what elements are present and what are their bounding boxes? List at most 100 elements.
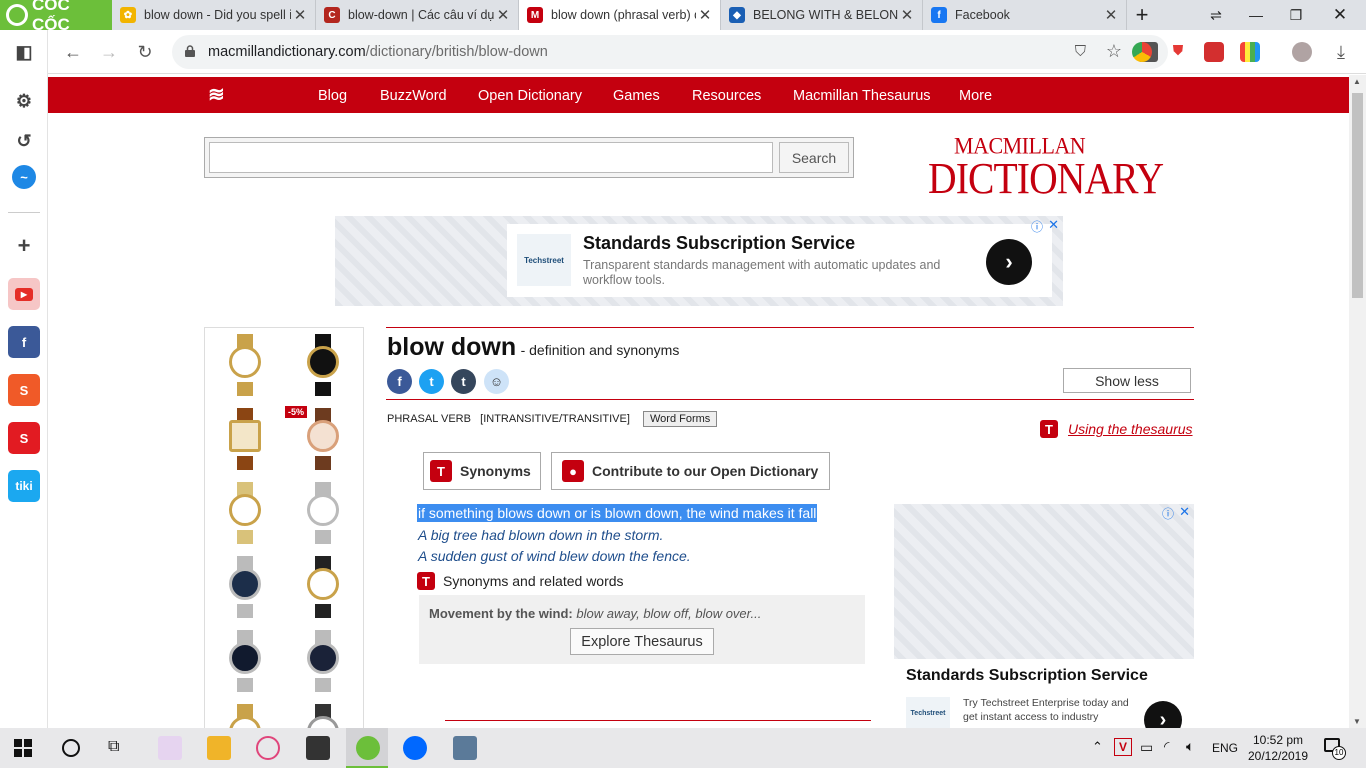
volume-icon[interactable]: 🔈︎ bbox=[1186, 738, 1194, 755]
extension-red-icon[interactable] bbox=[1204, 42, 1224, 62]
menu-blog[interactable]: Blog bbox=[318, 88, 347, 104]
ad-banner-side[interactable]: ⓘ ✕ Standards Subscription Service Techs… bbox=[894, 504, 1194, 728]
watch-item[interactable] bbox=[303, 556, 343, 620]
word-forms-button[interactable]: Word Forms bbox=[643, 411, 718, 427]
thesaurus-link-group[interactable]: T Using the thesaurus bbox=[1040, 420, 1193, 438]
synonyms-words[interactable]: blow away, blow off, blow over... bbox=[576, 606, 761, 621]
language-indicator[interactable]: ENG bbox=[1212, 741, 1238, 755]
scroll-down-icon[interactable]: ▼ bbox=[1353, 717, 1361, 726]
menu-open-dictionary[interactable]: Open Dictionary bbox=[478, 88, 582, 104]
chrome-ext-icon[interactable] bbox=[1132, 42, 1152, 62]
forward-arrow-icon[interactable]: → bbox=[96, 39, 122, 65]
facebook-share-icon[interactable]: f bbox=[387, 369, 412, 394]
windows-start-icon[interactable] bbox=[14, 739, 32, 757]
adchoices-icon[interactable]: ⓘ bbox=[1162, 505, 1174, 522]
chevron-right-icon[interactable]: › bbox=[1144, 701, 1182, 728]
add-icon[interactable]: + bbox=[8, 230, 40, 262]
shopee-icon[interactable]: S bbox=[8, 374, 40, 406]
menu-thesaurus[interactable]: Macmillan Thesaurus bbox=[793, 88, 931, 104]
site-logo[interactable]: MACMILLAN DICTIONARY bbox=[928, 132, 1189, 200]
ad-close-icon[interactable]: ✕ bbox=[1048, 217, 1059, 233]
search-button[interactable]: Search bbox=[779, 142, 849, 173]
messenger-icon[interactable]: ~ bbox=[12, 165, 36, 189]
maximize-button[interactable]: ❐ bbox=[1276, 0, 1316, 30]
tiki-icon[interactable]: tiki bbox=[8, 470, 40, 502]
watch-item[interactable] bbox=[225, 408, 265, 472]
zalo-icon[interactable] bbox=[403, 736, 427, 760]
watch-item[interactable] bbox=[303, 704, 343, 728]
unikey-icon[interactable]: V bbox=[1114, 738, 1132, 756]
watch-item[interactable] bbox=[303, 482, 343, 546]
tab-3-active[interactable]: M blow down (phrasal verb) d ✕ bbox=[519, 0, 721, 30]
tab-search-icon[interactable]: ⇌ bbox=[1196, 0, 1236, 30]
facebook-sidebar-icon[interactable]: f bbox=[8, 326, 40, 358]
file-explorer-icon[interactable] bbox=[207, 736, 231, 760]
twitter-share-icon[interactable]: t bbox=[419, 369, 444, 394]
watch-item[interactable] bbox=[225, 482, 265, 546]
close-icon[interactable]: ✕ bbox=[898, 6, 916, 24]
show-less-button[interactable]: Show less bbox=[1063, 368, 1191, 393]
reload-icon[interactable]: ↻ bbox=[132, 39, 158, 65]
close-icon[interactable]: ✕ bbox=[696, 6, 714, 24]
menu-resources[interactable]: Resources bbox=[692, 88, 761, 104]
app-icon[interactable] bbox=[158, 736, 182, 760]
watch-item[interactable] bbox=[225, 334, 265, 398]
contribute-button[interactable]: ● Contribute to our Open Dictionary bbox=[551, 452, 830, 490]
close-icon[interactable]: ✕ bbox=[494, 6, 512, 24]
tab-1[interactable]: ✿ blow down - Did you spell it ✕ bbox=[112, 0, 316, 30]
shield-icon[interactable]: ⛉ bbox=[1075, 43, 1086, 60]
menu-more[interactable]: More bbox=[959, 88, 992, 104]
downloads-icon[interactable]: ⤓ bbox=[1328, 39, 1354, 65]
adblock-shield-icon[interactable]: ⛊ bbox=[1168, 42, 1188, 62]
scroll-up-icon[interactable]: ▲ bbox=[1353, 77, 1361, 86]
sticky-notes-icon[interactable] bbox=[306, 736, 330, 760]
chevron-right-icon[interactable]: › bbox=[986, 239, 1032, 285]
tab-2[interactable]: C blow-down | Các câu ví dụ ✕ bbox=[316, 0, 519, 30]
address-bar[interactable]: macmillandictionary.com/dictionary/briti… bbox=[172, 35, 1168, 69]
tray-chevron-icon[interactable]: ⌃ bbox=[1092, 739, 1103, 755]
back-arrow-icon[interactable]: ← bbox=[60, 39, 86, 65]
youtube-icon[interactable]: ▶ bbox=[8, 278, 40, 310]
task-view-icon[interactable]: ⧉ bbox=[108, 738, 119, 756]
tab-5[interactable]: f Facebook ✕ bbox=[923, 0, 1127, 30]
menu-buzzword[interactable]: BuzzWord bbox=[380, 88, 447, 104]
reddit-share-icon[interactable]: ☺ bbox=[484, 369, 509, 394]
watch-item[interactable] bbox=[225, 556, 265, 620]
new-tab-button[interactable]: + bbox=[1122, 0, 1162, 30]
macmillan-logo-icon[interactable]: ≋ bbox=[208, 85, 234, 105]
watch-item[interactable] bbox=[303, 630, 343, 694]
synonyms-button[interactable]: T Synonyms bbox=[423, 452, 541, 490]
notification-icon[interactable]: 10 bbox=[1324, 738, 1346, 760]
wifi-icon[interactable]: ◜ bbox=[1164, 738, 1169, 755]
close-icon[interactable]: ✕ bbox=[1102, 6, 1120, 24]
battery-icon[interactable]: ▭ bbox=[1140, 739, 1153, 756]
watch-item[interactable] bbox=[225, 704, 265, 728]
explore-thesaurus-button[interactable]: Explore Thesaurus bbox=[570, 628, 714, 655]
app-icon[interactable] bbox=[453, 736, 477, 760]
sidebar-toggle-icon[interactable]: ◧ bbox=[8, 36, 40, 68]
color-ext-icon[interactable] bbox=[1240, 42, 1260, 62]
paint-icon[interactable] bbox=[256, 736, 280, 760]
watch-item[interactable] bbox=[225, 630, 265, 694]
thesaurus-link[interactable]: Using the thesaurus bbox=[1068, 421, 1193, 437]
ad-close-icon[interactable]: ✕ bbox=[1179, 504, 1190, 520]
settings-gear-icon[interactable]: ⚙ bbox=[8, 85, 40, 117]
search-input[interactable] bbox=[209, 142, 773, 173]
sendo-icon[interactable]: S bbox=[8, 422, 40, 454]
tab-4[interactable]: ◆ BELONG WITH & BELONG T ✕ bbox=[721, 0, 923, 30]
minimize-button[interactable]: — bbox=[1236, 0, 1276, 30]
watch-item[interactable] bbox=[303, 408, 343, 472]
browser-logo[interactable]: CỐC CỐC bbox=[0, 0, 112, 34]
close-window-button[interactable]: ✕ bbox=[1320, 0, 1360, 30]
profile-avatar[interactable] bbox=[1292, 42, 1312, 62]
scrollbar-thumb[interactable] bbox=[1352, 93, 1363, 298]
taskbar-coccoc-active[interactable] bbox=[346, 728, 388, 768]
clock[interactable]: 10:52 pm 20/12/2019 bbox=[1246, 732, 1310, 764]
watch-ad-column[interactable]: -5% bbox=[204, 327, 364, 728]
tumblr-share-icon[interactable]: t bbox=[451, 369, 476, 394]
close-icon[interactable]: ✕ bbox=[291, 6, 309, 24]
ad-banner-top[interactable]: Techstreet Standards Subscription Servic… bbox=[335, 216, 1063, 306]
page-scrollbar[interactable]: ▲ ▼ bbox=[1349, 75, 1366, 728]
history-icon[interactable]: ↺ bbox=[8, 125, 40, 157]
bookmark-star-icon[interactable]: ☆ bbox=[1106, 41, 1122, 62]
